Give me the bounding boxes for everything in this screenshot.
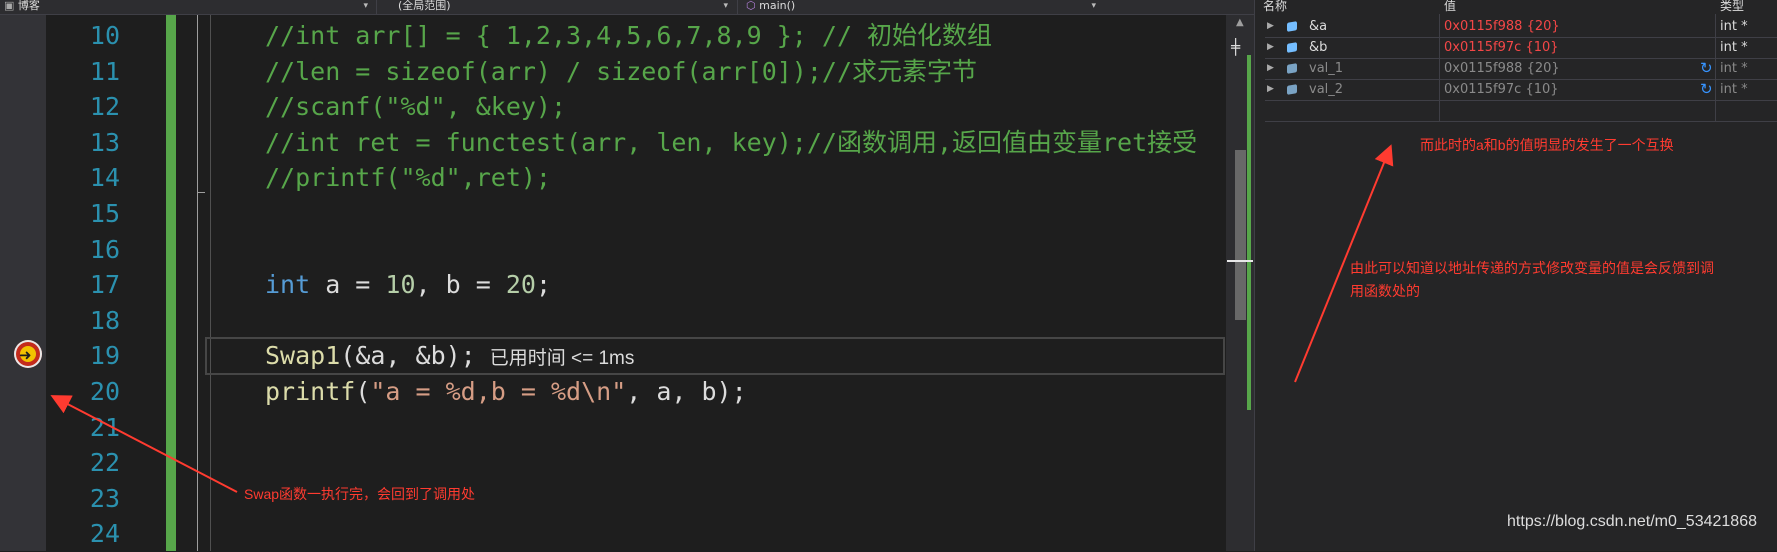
address-annotation-line1: 由此可以知道以地址传递的方式修改变量的值是会反馈到调 <box>1350 260 1714 276</box>
swap-annotation: Swap函数一执行完，会回到了调用处 <box>244 486 476 502</box>
current-statement-arrow-icon: ➜ <box>19 346 32 364</box>
arrow-to-call-site <box>50 395 238 493</box>
watermark: https://blog.csdn.net/m0_53421868 <box>1507 513 1757 530</box>
values-annotation: 而此时的a和b的值明显的发生了一个互换 <box>1420 137 1674 153</box>
address-annotation-line2: 用函数处的 <box>1350 283 1420 299</box>
